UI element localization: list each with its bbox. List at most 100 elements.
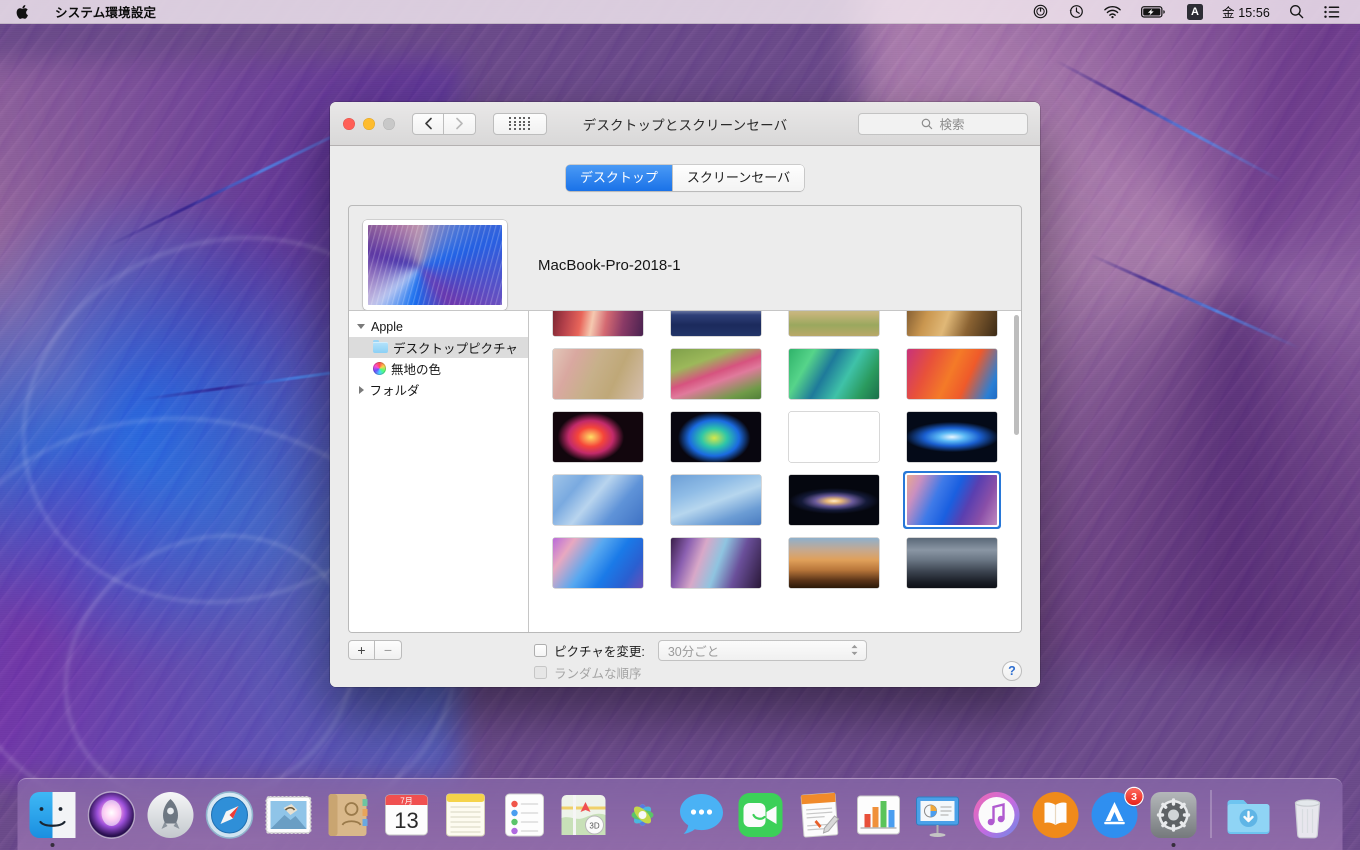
battery-charging-icon[interactable] bbox=[1131, 5, 1177, 19]
search-icon bbox=[922, 118, 933, 129]
contacts-icon bbox=[323, 790, 373, 840]
dock-item-trash[interactable] bbox=[1283, 790, 1333, 840]
window-titlebar[interactable]: デスクトップとスクリーンセーバ 検索 bbox=[330, 102, 1040, 146]
sidebar-item-solid-colors[interactable]: 無地の色 bbox=[349, 358, 528, 379]
color-wheel-icon bbox=[373, 362, 386, 375]
dock-item-contacts[interactable] bbox=[323, 790, 373, 840]
dock-item-maps[interactable]: 3D bbox=[559, 790, 609, 840]
dock-item-messages[interactable] bbox=[677, 790, 727, 840]
dock-item-itunes[interactable] bbox=[972, 790, 1022, 840]
apple-logo-icon[interactable] bbox=[0, 4, 44, 20]
navigation-buttons bbox=[412, 112, 476, 135]
tab-desktop[interactable]: デスクトップ bbox=[565, 165, 672, 191]
dock-item-calendar[interactable]: 7月 13 bbox=[382, 790, 432, 840]
picture-thumbnail-mojave-night-dunes[interactable] bbox=[907, 538, 997, 588]
sidebar-item-apple[interactable]: Apple bbox=[349, 316, 528, 337]
time-machine-icon[interactable] bbox=[1058, 4, 1094, 19]
input-source-badge[interactable]: A bbox=[1177, 3, 1213, 20]
disclosure-triangle-down-icon[interactable] bbox=[357, 324, 365, 329]
dock-item-downloads-folder[interactable] bbox=[1224, 790, 1274, 840]
dock-item-keynote[interactable] bbox=[913, 790, 963, 840]
bottom-controls: + − ピクチャを変更: 30分ごと ランダムな順序 ? bbox=[348, 633, 1022, 687]
current-picture-preview[interactable] bbox=[363, 220, 507, 310]
menu-bar-app-name[interactable]: システム環境設定 bbox=[44, 2, 167, 21]
wifi-icon[interactable] bbox=[1094, 5, 1131, 19]
help-button[interactable]: ? bbox=[1002, 661, 1022, 681]
preview-lines bbox=[368, 225, 502, 305]
dock-item-photos[interactable] bbox=[618, 790, 668, 840]
svg-text:13: 13 bbox=[394, 808, 418, 833]
keynote-icon bbox=[913, 790, 963, 840]
picture-thumbnail-mojave-iridescent[interactable] bbox=[907, 475, 997, 525]
picture-thumbnail-blue-green-burst[interactable] bbox=[671, 412, 761, 462]
picture-thumbnail-lake-reflection[interactable] bbox=[671, 311, 761, 336]
show-all-preferences-button[interactable] bbox=[493, 112, 547, 135]
picture-thumbnail-iridescent-silk[interactable] bbox=[671, 538, 761, 588]
spotlight-search-icon[interactable] bbox=[1279, 4, 1314, 19]
picture-thumbnail-andromeda-galaxy[interactable] bbox=[789, 475, 879, 525]
dock-item-numbers[interactable] bbox=[854, 790, 904, 840]
dock-badge: 3 bbox=[1125, 788, 1143, 805]
picture-thumbnail-lion-portrait[interactable] bbox=[907, 311, 997, 336]
picture-thumbnail-blue-waves[interactable] bbox=[671, 475, 761, 525]
grid-scrollbar[interactable] bbox=[1014, 315, 1019, 435]
picture-thumbnail-purple-blue-flow[interactable] bbox=[553, 538, 643, 588]
downloads-folder-icon bbox=[1224, 790, 1274, 840]
dock-item-facetime[interactable] bbox=[736, 790, 786, 840]
safari-icon bbox=[205, 790, 255, 840]
picture-thumbnail-blue-nebula[interactable] bbox=[907, 412, 997, 462]
picture-thumbnail-pink-poppies[interactable] bbox=[671, 349, 761, 399]
dock-item-app-store[interactable]: 3 bbox=[1090, 788, 1143, 840]
picture-thumbnail-green-marble[interactable] bbox=[789, 349, 879, 399]
running-indicator bbox=[50, 843, 55, 847]
device-name-label: MacBook-Pro-2018-1 bbox=[538, 256, 681, 274]
dock-item-launchpad[interactable] bbox=[146, 790, 196, 840]
sidebar-item-folders[interactable]: フォルダ bbox=[349, 379, 528, 400]
dock-item-system-preferences[interactable] bbox=[1149, 790, 1199, 847]
sidebar-item-label: デスクトップピクチャ bbox=[393, 342, 518, 356]
running-indicator bbox=[1171, 843, 1176, 847]
tab-screensaver[interactable]: スクリーンセーバ bbox=[671, 165, 805, 191]
picture-thumbnail-wheat-grass[interactable] bbox=[553, 349, 643, 399]
dock-item-mail[interactable] bbox=[264, 790, 314, 840]
dock: 7月 13 3D 3 bbox=[17, 778, 1343, 850]
trash-icon bbox=[1283, 790, 1333, 840]
dock-item-books[interactable] bbox=[1031, 790, 1081, 840]
picture-thumbnail-red-burst[interactable] bbox=[553, 412, 643, 462]
calendar-icon: 7月 13 bbox=[382, 790, 432, 840]
add-folder-button[interactable]: + bbox=[348, 640, 375, 660]
sidebar-item-desktop-pictures[interactable]: デスクトップピクチャ bbox=[349, 337, 528, 358]
pages-icon bbox=[795, 790, 845, 840]
notes-icon bbox=[441, 790, 491, 840]
menu-bar: システム環境設定 A 金 15:56 bbox=[0, 0, 1360, 24]
dock-item-siri[interactable] bbox=[87, 790, 137, 840]
search-field[interactable]: 検索 bbox=[858, 112, 1028, 135]
picture-thumbnail-magenta-burst[interactable] bbox=[789, 412, 879, 462]
notification-center-icon[interactable] bbox=[1314, 5, 1350, 19]
picture-thumbnail-mojave-day-dunes[interactable] bbox=[789, 538, 879, 588]
menu-bar-clock[interactable]: 金 15:56 bbox=[1213, 2, 1279, 21]
remove-folder-button: − bbox=[375, 640, 402, 660]
change-picture-checkbox[interactable] bbox=[534, 643, 547, 657]
dock-item-notes[interactable] bbox=[441, 790, 491, 840]
svg-text:7月: 7月 bbox=[400, 797, 412, 806]
close-button[interactable] bbox=[343, 117, 355, 130]
back-button[interactable] bbox=[412, 112, 444, 135]
dock-item-reminders[interactable] bbox=[500, 790, 550, 840]
dock-item-pages[interactable] bbox=[795, 790, 845, 840]
change-picture-row: ピクチャを変更: 30分ごと bbox=[534, 639, 867, 661]
picture-thumbnail-antelope-canyon[interactable] bbox=[553, 311, 643, 336]
minimize-button[interactable] bbox=[363, 117, 375, 130]
numbers-icon bbox=[854, 790, 904, 840]
picture-thumbnail-orange-feather[interactable] bbox=[907, 349, 997, 399]
finder-icon bbox=[28, 790, 78, 840]
picture-thumbnail-blue-abstract-soft[interactable] bbox=[553, 475, 643, 525]
picture-thumbnail-elephant-savanna[interactable] bbox=[789, 311, 879, 336]
change-picture-label: ピクチャを変更: bbox=[554, 644, 645, 659]
power-sleep-icon[interactable] bbox=[1023, 4, 1058, 19]
disclosure-triangle-right-icon[interactable] bbox=[358, 385, 364, 394]
picture-grid-scrollarea[interactable] bbox=[529, 311, 1021, 632]
dock-item-safari[interactable] bbox=[205, 790, 255, 840]
dock-item-finder[interactable] bbox=[28, 790, 78, 847]
dock-files bbox=[1224, 790, 1333, 848]
